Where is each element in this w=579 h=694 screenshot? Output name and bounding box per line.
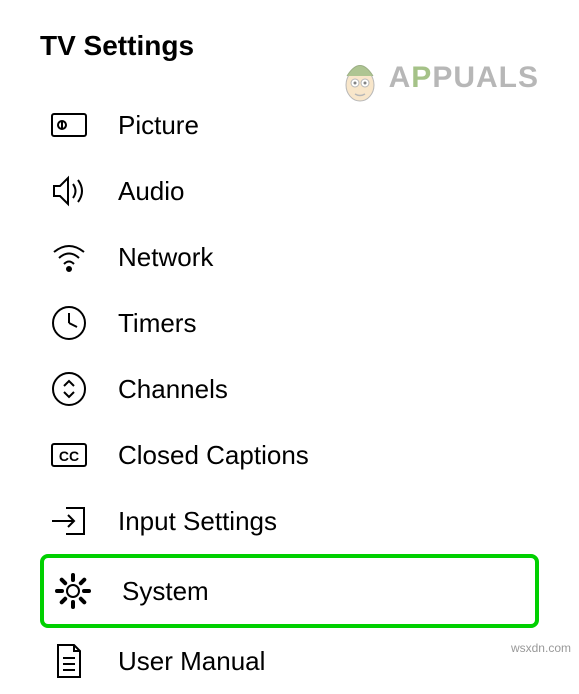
menu-item-user-manual[interactable]: User Manual [40,628,539,694]
menu-item-system[interactable]: System [40,554,539,628]
picture-icon [48,104,90,146]
menu-label: System [122,576,209,607]
network-icon [48,236,90,278]
menu-label: Timers [118,308,196,339]
svg-text:CC: CC [59,448,79,464]
menu-label: Input Settings [118,506,277,537]
system-icon [52,570,94,612]
menu-item-network[interactable]: Network [40,224,539,290]
menu-label: Channels [118,374,228,405]
menu-label: Picture [118,110,199,141]
settings-menu: Picture Audio Network [40,92,539,694]
timers-icon [48,302,90,344]
footer-watermark: wsxdn.com [511,641,571,655]
menu-item-input-settings[interactable]: Input Settings [40,488,539,554]
cc-icon: CC [48,434,90,476]
appuals-watermark: APPUALS [335,50,539,105]
menu-item-timers[interactable]: Timers [40,290,539,356]
mascot-icon [335,50,385,105]
menu-label: User Manual [118,646,265,677]
menu-item-channels[interactable]: Channels [40,356,539,422]
menu-label: Closed Captions [118,440,309,471]
menu-item-audio[interactable]: Audio [40,158,539,224]
menu-item-closed-captions[interactable]: CC Closed Captions [40,422,539,488]
menu-label: Network [118,242,213,273]
input-icon [48,500,90,542]
audio-icon [48,170,90,212]
watermark-text: APPUALS [389,61,539,95]
menu-label: Audio [118,176,185,207]
manual-icon [48,640,90,682]
channels-icon [48,368,90,410]
